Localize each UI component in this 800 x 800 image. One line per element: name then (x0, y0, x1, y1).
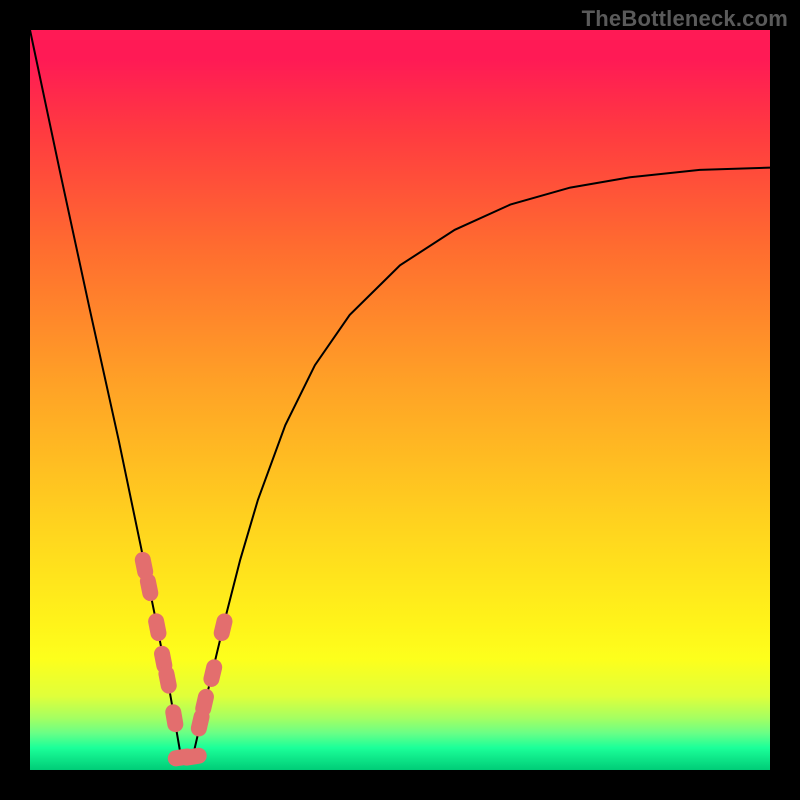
marker (147, 612, 168, 643)
marker (138, 572, 159, 603)
bottleneck-curve (30, 30, 770, 752)
marker (164, 703, 185, 733)
marker-group (133, 550, 234, 767)
marker (202, 658, 224, 689)
marker (212, 612, 234, 643)
marker (157, 664, 178, 695)
curve-overlay (0, 0, 800, 800)
